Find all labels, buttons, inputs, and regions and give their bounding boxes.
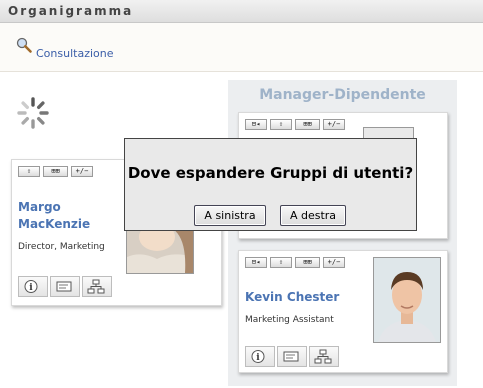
- vcard-button[interactable]: [50, 276, 80, 297]
- expand-direction-dialog: Dove espandere Gruppi di utenti? A sinis…: [124, 138, 417, 231]
- info-icon: i: [251, 350, 265, 363]
- employee-name[interactable]: Kevin Chester: [245, 289, 339, 306]
- svg-text:i: i: [256, 353, 260, 363]
- expand-groups-button[interactable]: ⊞⊞: [43, 166, 68, 177]
- info-icon: i: [24, 280, 38, 293]
- window-titlebar: Organigramma: [0, 0, 483, 23]
- employee-name[interactable]: Margo MacKenzie: [18, 199, 90, 233]
- employee-card-kevin[interactable]: ⊟◂ ⇧ ⊞⊞ +/− Kevin Chester Marketing Assi…: [238, 250, 448, 373]
- info-button[interactable]: i: [245, 346, 275, 367]
- toolbar: Consultazione: [0, 23, 483, 72]
- collapse-expand-button[interactable]: +/−: [71, 166, 93, 177]
- magnifier-icon: [16, 37, 32, 53]
- hierarchy-icon: [87, 279, 105, 294]
- card-actions: i: [245, 346, 339, 367]
- expand-left-button[interactable]: ⊟◂: [245, 257, 267, 268]
- dialog-question: Dove espandere Gruppi di utenti?: [127, 164, 414, 182]
- consultation-link[interactable]: Consultazione: [36, 47, 114, 60]
- employee-title: Director, Marketing: [18, 242, 105, 252]
- expand-right-option-button[interactable]: A destra: [280, 205, 346, 226]
- expand-groups-button[interactable]: ⊞⊞: [295, 257, 320, 268]
- card-controls: ⊟◂ ⇧ ⊞⊞ +/−: [245, 119, 345, 130]
- expand-left-option-button[interactable]: A sinistra: [194, 205, 266, 226]
- card-controls: ⇧ ⊞⊞ +/−: [18, 166, 93, 177]
- panel-title: Manager-Dipendente: [259, 87, 426, 103]
- hierarchy-icon: [314, 349, 332, 364]
- expand-left-button[interactable]: ⊟◂: [245, 119, 267, 130]
- info-button[interactable]: i: [18, 276, 48, 297]
- expand-groups-button[interactable]: ⊞⊞: [295, 119, 320, 130]
- card-controls: ⊟◂ ⇧ ⊞⊞ +/−: [245, 257, 345, 268]
- employee-photo: [373, 257, 441, 343]
- go-up-button[interactable]: ⇧: [18, 166, 40, 177]
- employee-first-name: Margo: [18, 200, 61, 214]
- loading-spinner-icon: [17, 97, 49, 129]
- employee-title: Marketing Assistant: [245, 315, 334, 325]
- org-chart-button[interactable]: [82, 276, 112, 297]
- employee-photo: [126, 228, 194, 274]
- org-chart-button[interactable]: [309, 346, 339, 367]
- go-up-button[interactable]: ⇧: [270, 119, 292, 130]
- collapse-expand-button[interactable]: +/−: [323, 257, 345, 268]
- card-actions: i: [18, 276, 112, 297]
- app-title: Organigramma: [8, 4, 134, 18]
- svg-text:i: i: [29, 283, 33, 293]
- vcard-button[interactable]: [277, 346, 307, 367]
- employee-last-name: MacKenzie: [18, 217, 91, 231]
- go-up-button[interactable]: ⇧: [270, 257, 292, 268]
- card-icon: [56, 281, 72, 292]
- collapse-expand-button[interactable]: +/−: [323, 119, 345, 130]
- card-icon: [283, 351, 299, 362]
